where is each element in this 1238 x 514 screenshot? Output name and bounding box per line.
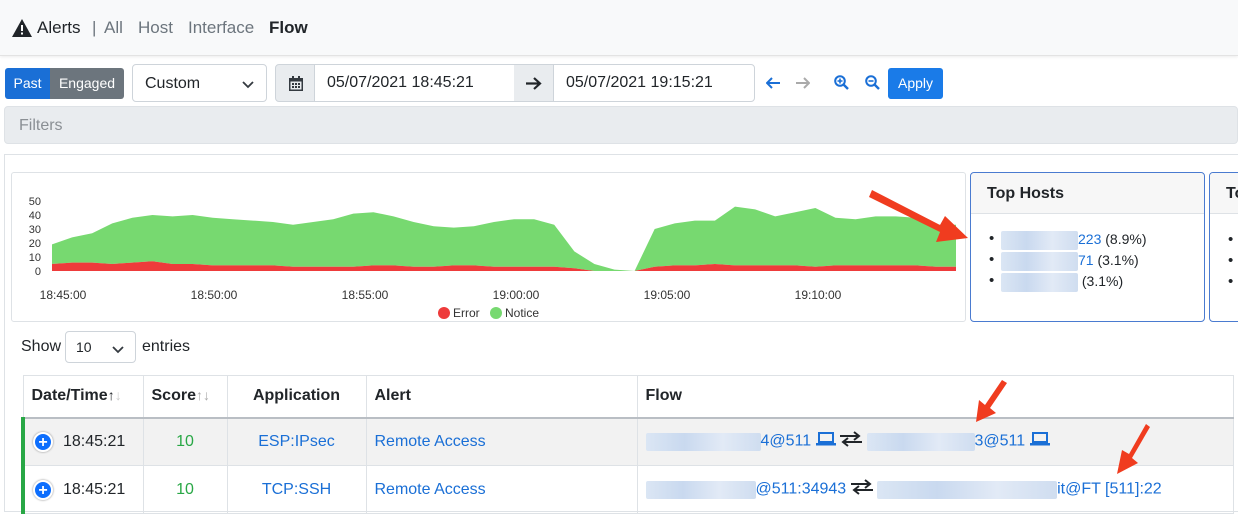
col-datetime[interactable]: Date/Time↑↓ [22,375,144,419]
cell-datetime: +18:45:21 [21,465,144,514]
y-tick-label: 20 [29,238,41,250]
flow-dst[interactable]: it@FT [511]:22 [1057,481,1162,498]
chart-svg: 50 40 30 20 10 0 18:45:00 18:50:00 18:55:00 19:00… [29,196,956,320]
range-select[interactable]: Custom [132,64,267,102]
past-button[interactable]: Past [5,68,50,99]
sort-asc-icon: ↑ [107,387,115,404]
show-label: Show [21,338,62,355]
col-flow[interactable]: Flow [636,375,1234,419]
top-host-label[interactable]: 71 [1078,252,1094,268]
top-host-item[interactable]: 71 (3.1%) [989,251,1146,273]
apply-button[interactable]: Apply [888,68,943,99]
page-title: Alerts [37,18,81,37]
x-tick-label: 18:55:00 [342,288,389,302]
date-from-input[interactable]: 05/07/2021 18:45:21 [314,64,515,102]
table-row: +18:45:21 10 ESP:IPsec Remote Access 4@5… [21,417,1234,466]
cell-score: 10 [142,465,228,514]
cell-flow: @511:34943 it@FT [511]:22 [636,465,1234,514]
top-hosts-list: 223 (8.9%) 71 (3.1%) (3.1%) [989,230,1146,294]
zoom-out-icon[interactable] [865,75,880,95]
calendar-button[interactable] [275,64,315,102]
range-select-value: Custom [145,75,201,92]
chevron-down-icon [112,342,124,358]
top-host-item[interactable]: (3.1%) [989,272,1146,294]
nav-interface[interactable]: Interface [188,18,254,38]
alerts-table: Date/Time↑↓ Score↑↓ Application Alert Fl… [21,375,1234,514]
sort-icon: ↓ [114,387,122,404]
y-tick-label: 10 [29,252,41,264]
top-hosts-title: Top Hosts [971,173,1204,214]
laptop-icon[interactable] [1029,432,1050,451]
filters-placeholder: Filters [19,117,63,134]
legend-marker [490,307,502,319]
calendar-icon [289,76,303,91]
chevron-down-icon [242,77,254,95]
top-card-next-title: To [1210,173,1238,214]
expand-row-icon[interactable]: + [33,479,53,500]
nav-host[interactable]: Host [138,18,173,38]
legend-label: Error [453,306,480,320]
entries-length-select[interactable]: 10 [65,331,136,363]
top-host-item[interactable]: 223 (8.9%) [989,230,1146,252]
col-application[interactable]: Application [226,375,367,419]
top-host-label[interactable]: 223 [1078,231,1101,247]
sort-icon: ↑↓ [195,387,210,404]
cell-score: 10 [142,417,228,466]
cell-alert[interactable]: Remote Access [365,465,638,514]
laptop-icon[interactable] [815,432,836,451]
flow-src[interactable]: @511:34943 [756,481,847,498]
col-alert[interactable]: Alert [365,375,638,419]
y-tick-label: 30 [29,224,41,236]
x-tick-label: 19:00:00 [493,288,540,302]
x-tick-label: 19:10:00 [795,288,842,302]
arrow-left-icon[interactable] [765,76,780,94]
top-hosts-card: Top Hosts 223 (8.9%) 71 (3.1%) (3.1%) [970,172,1205,322]
warning-icon [12,19,32,42]
title-separator: | [92,18,97,37]
cell-application[interactable]: TCP:SSH [226,465,367,514]
y-tick-label: 50 [29,196,41,208]
cell-application[interactable]: ESP:IPsec [226,417,367,466]
top-navbar: Alerts | All Host Interface Flow [0,0,1238,56]
y-tick-label: 0 [35,266,41,278]
y-tick-label: 40 [29,210,41,222]
nav-flow[interactable]: Flow [269,18,308,38]
expand-row-icon[interactable]: + [33,431,53,452]
date-range-arrow [514,64,554,102]
x-tick-label: 18:50:00 [191,288,238,302]
nav-all[interactable]: All [104,18,123,38]
exchange-icon [850,479,873,500]
flow-src[interactable]: 4@511 [761,433,812,450]
table-row: +18:45:21 10 TCP:SSH Remote Access @511:… [21,465,1234,514]
arrow-right-icon [526,77,542,90]
col-score[interactable]: Score↑↓ [142,375,228,419]
series-notice-area [52,206,956,271]
entries-length-value: 10 [76,339,92,355]
timeseries-chart: 50 40 30 20 10 0 18:45:00 18:50:00 18:55:00 19:00… [11,172,966,322]
legend-label: Notice [505,306,539,320]
top-card-next: To ••• [1209,172,1238,322]
x-tick-label: 19:05:00 [644,288,691,302]
x-tick-label: 18:45:00 [40,288,87,302]
filters-bar[interactable]: Filters [4,106,1238,144]
cell-datetime: +18:45:21 [21,417,144,466]
flow-dst[interactable]: 3@511 [975,433,1026,450]
cell-alert[interactable]: Remote Access [365,417,638,466]
entries-label: entries [142,338,191,355]
exchange-icon [840,431,863,452]
legend-marker [438,307,450,319]
date-to-input[interactable]: 05/07/2021 19:15:21 [553,64,755,102]
engaged-button[interactable]: Engaged [50,68,124,99]
cell-flow: 4@511 3@511 [636,417,1234,466]
zoom-in-icon[interactable] [834,75,849,95]
arrow-right-icon[interactable] [796,76,811,94]
